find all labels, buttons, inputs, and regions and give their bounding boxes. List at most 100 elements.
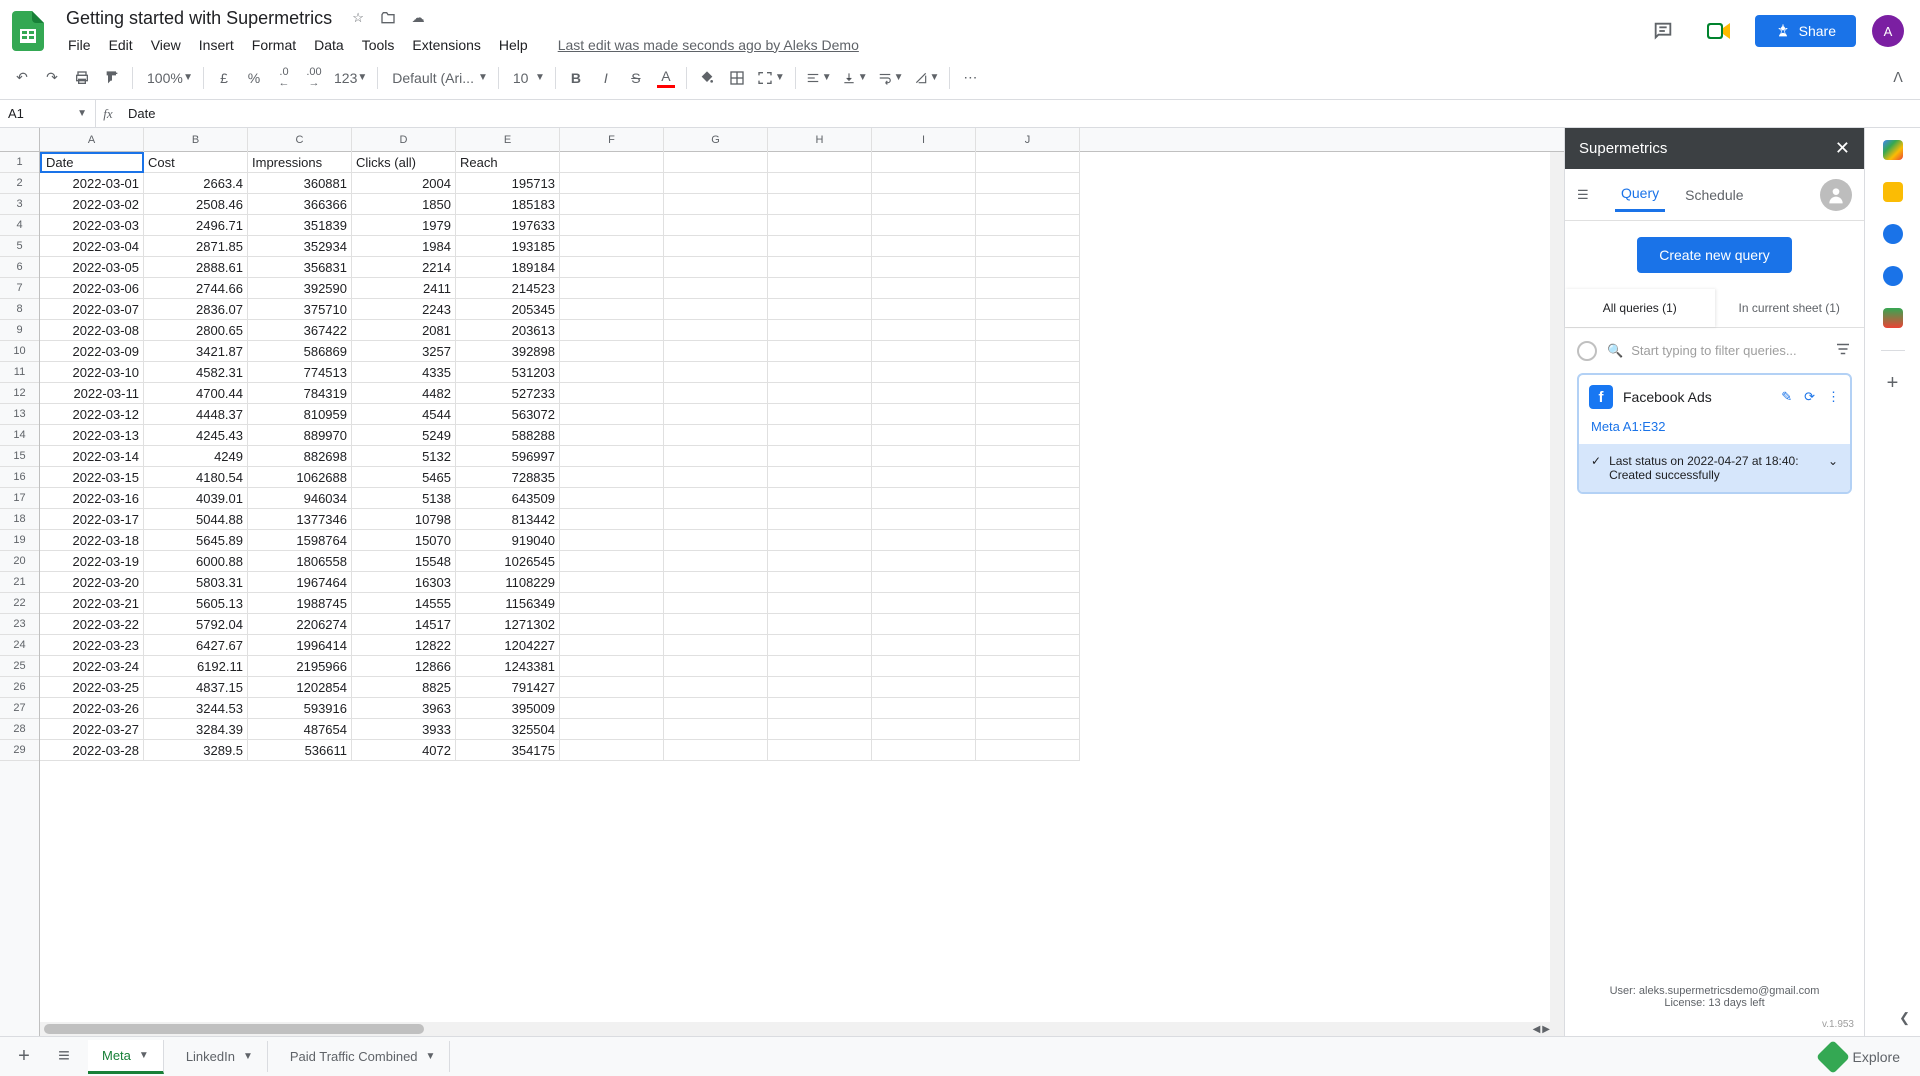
- cell[interactable]: [664, 656, 768, 677]
- cell[interactable]: [768, 740, 872, 761]
- cell[interactable]: 531203: [456, 362, 560, 383]
- cell[interactable]: 185183: [456, 194, 560, 215]
- cell[interactable]: 366366: [248, 194, 352, 215]
- cell[interactable]: 5044.88: [144, 509, 248, 530]
- cell[interactable]: [872, 236, 976, 257]
- row-number[interactable]: 17: [0, 488, 39, 509]
- cell[interactable]: [872, 341, 976, 362]
- cell[interactable]: [872, 488, 976, 509]
- vertical-scrollbar[interactable]: [1550, 152, 1564, 1036]
- cell[interactable]: 360881: [248, 173, 352, 194]
- cell[interactable]: [768, 425, 872, 446]
- cell[interactable]: 2206274: [248, 614, 352, 635]
- account-icon[interactable]: [1820, 179, 1852, 211]
- cell[interactable]: [872, 656, 976, 677]
- cell[interactable]: [872, 530, 976, 551]
- cell[interactable]: 1806558: [248, 551, 352, 572]
- cell[interactable]: 15548: [352, 551, 456, 572]
- cell[interactable]: [664, 572, 768, 593]
- cell[interactable]: 8825: [352, 677, 456, 698]
- zoom-select[interactable]: 100%▼: [139, 64, 197, 92]
- cell[interactable]: [976, 320, 1080, 341]
- row-number[interactable]: 12: [0, 383, 39, 404]
- row-number[interactable]: 11: [0, 362, 39, 383]
- cell[interactable]: [560, 656, 664, 677]
- cell[interactable]: [560, 551, 664, 572]
- contacts-app-icon[interactable]: [1883, 266, 1903, 286]
- cell[interactable]: Cost: [144, 152, 248, 173]
- dec-decimal-button[interactable]: .0←: [270, 64, 298, 92]
- cell[interactable]: 12822: [352, 635, 456, 656]
- cell[interactable]: 586869: [248, 341, 352, 362]
- cell[interactable]: 593916: [248, 698, 352, 719]
- cell[interactable]: 919040: [456, 530, 560, 551]
- row-number[interactable]: 15: [0, 446, 39, 467]
- cell[interactable]: [560, 446, 664, 467]
- cell[interactable]: 2022-03-16: [40, 488, 144, 509]
- row-number[interactable]: 29: [0, 740, 39, 761]
- cell[interactable]: [768, 593, 872, 614]
- cell[interactable]: [872, 194, 976, 215]
- cell[interactable]: 1984: [352, 236, 456, 257]
- cell[interactable]: [768, 152, 872, 173]
- cell[interactable]: 1850: [352, 194, 456, 215]
- cell[interactable]: [768, 467, 872, 488]
- cell[interactable]: 14555: [352, 593, 456, 614]
- cell[interactable]: 2508.46: [144, 194, 248, 215]
- cell[interactable]: 563072: [456, 404, 560, 425]
- document-title[interactable]: Getting started with Supermetrics: [60, 6, 338, 31]
- cell[interactable]: [976, 509, 1080, 530]
- more-icon[interactable]: ⋯: [956, 64, 984, 92]
- cell[interactable]: 392590: [248, 278, 352, 299]
- cell[interactable]: 2022-03-04: [40, 236, 144, 257]
- row-number[interactable]: 27: [0, 698, 39, 719]
- cell[interactable]: 189184: [456, 257, 560, 278]
- star-icon[interactable]: ☆: [348, 8, 368, 28]
- cell[interactable]: 728835: [456, 467, 560, 488]
- cell[interactable]: 4249: [144, 446, 248, 467]
- cell[interactable]: [872, 551, 976, 572]
- cell[interactable]: 5249: [352, 425, 456, 446]
- column-header[interactable]: G: [664, 128, 768, 152]
- cell[interactable]: [664, 152, 768, 173]
- cell[interactable]: 392898: [456, 341, 560, 362]
- row-number[interactable]: 4: [0, 215, 39, 236]
- collapse-toolbar-icon[interactable]: ᐱ: [1884, 64, 1912, 92]
- cell[interactable]: 2800.65: [144, 320, 248, 341]
- cell[interactable]: [976, 425, 1080, 446]
- column-header[interactable]: D: [352, 128, 456, 152]
- cell[interactable]: [768, 173, 872, 194]
- halign-icon[interactable]: ▼: [802, 64, 836, 92]
- cell[interactable]: 5465: [352, 467, 456, 488]
- cell[interactable]: 596997: [456, 446, 560, 467]
- sort-icon[interactable]: [1834, 340, 1852, 361]
- cell[interactable]: 2022-03-06: [40, 278, 144, 299]
- cell[interactable]: [664, 614, 768, 635]
- cell[interactable]: [664, 488, 768, 509]
- cell[interactable]: [872, 572, 976, 593]
- cell[interactable]: [664, 278, 768, 299]
- cell[interactable]: 2022-03-21: [40, 593, 144, 614]
- sheet-tab-combined[interactable]: Paid Traffic Combined▼: [276, 1041, 451, 1072]
- cell[interactable]: 2022-03-25: [40, 677, 144, 698]
- cell[interactable]: [768, 362, 872, 383]
- cell[interactable]: [976, 152, 1080, 173]
- cell[interactable]: [664, 593, 768, 614]
- row-number[interactable]: 26: [0, 677, 39, 698]
- cell[interactable]: 1026545: [456, 551, 560, 572]
- add-app-icon[interactable]: +: [1883, 373, 1903, 393]
- cell[interactable]: [664, 362, 768, 383]
- cell[interactable]: [560, 404, 664, 425]
- cell[interactable]: 2022-03-20: [40, 572, 144, 593]
- cell[interactable]: Reach: [456, 152, 560, 173]
- row-number[interactable]: 6: [0, 257, 39, 278]
- cell[interactable]: Clicks (all): [352, 152, 456, 173]
- cell[interactable]: 1243381: [456, 656, 560, 677]
- cell[interactable]: 4482: [352, 383, 456, 404]
- cell[interactable]: 791427: [456, 677, 560, 698]
- cell[interactable]: 2022-03-26: [40, 698, 144, 719]
- cell[interactable]: 325504: [456, 719, 560, 740]
- cell[interactable]: [560, 425, 664, 446]
- cell[interactable]: [872, 383, 976, 404]
- cell[interactable]: 3421.87: [144, 341, 248, 362]
